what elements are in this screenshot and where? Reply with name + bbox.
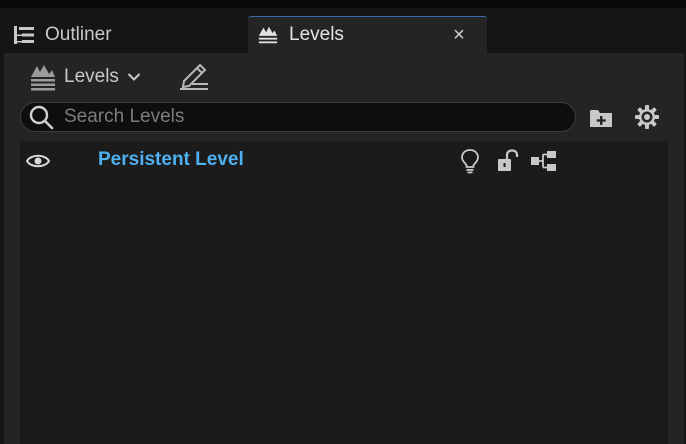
- tab-levels-label: Levels: [289, 24, 344, 45]
- tab-levels[interactable]: Levels ×: [248, 16, 487, 53]
- tab-bar: Outliner Levels ×: [0, 8, 686, 54]
- unlock-icon[interactable]: [496, 148, 520, 174]
- edit-pencil-icon[interactable]: [177, 61, 211, 93]
- hierarchy-icon[interactable]: [530, 149, 558, 173]
- chevron-down-icon: [127, 72, 141, 82]
- outliner-icon: [13, 24, 35, 46]
- search-row: [4, 99, 684, 139]
- levels-icon: [257, 24, 279, 46]
- search-box[interactable]: [20, 102, 576, 132]
- gear-icon[interactable]: [634, 104, 660, 130]
- top-strip: [0, 0, 686, 8]
- level-row[interactable]: Persistent Level: [20, 141, 668, 181]
- eye-icon[interactable]: [26, 150, 50, 172]
- level-name: Persistent Level: [98, 149, 244, 170]
- levels-panel: Levels Search Levels Persistent Level: [4, 53, 684, 444]
- toolbar: Levels: [4, 53, 684, 99]
- levels-menu-button[interactable]: Levels: [28, 59, 141, 95]
- levels-menu-label: Levels: [64, 66, 119, 87]
- close-icon[interactable]: ×: [449, 25, 469, 45]
- search-icon: [28, 104, 54, 130]
- levels-window: Outliner Levels × Levels Search Levels P…: [0, 0, 686, 444]
- levels-icon: [28, 62, 58, 92]
- tab-outliner-label: Outliner: [45, 23, 112, 45]
- search-input[interactable]: [64, 106, 563, 128]
- add-level-folder-icon[interactable]: [588, 105, 614, 131]
- levels-list: Persistent Level: [20, 141, 668, 444]
- tab-outliner[interactable]: Outliner: [0, 16, 246, 53]
- lightbulb-icon[interactable]: [458, 148, 482, 174]
